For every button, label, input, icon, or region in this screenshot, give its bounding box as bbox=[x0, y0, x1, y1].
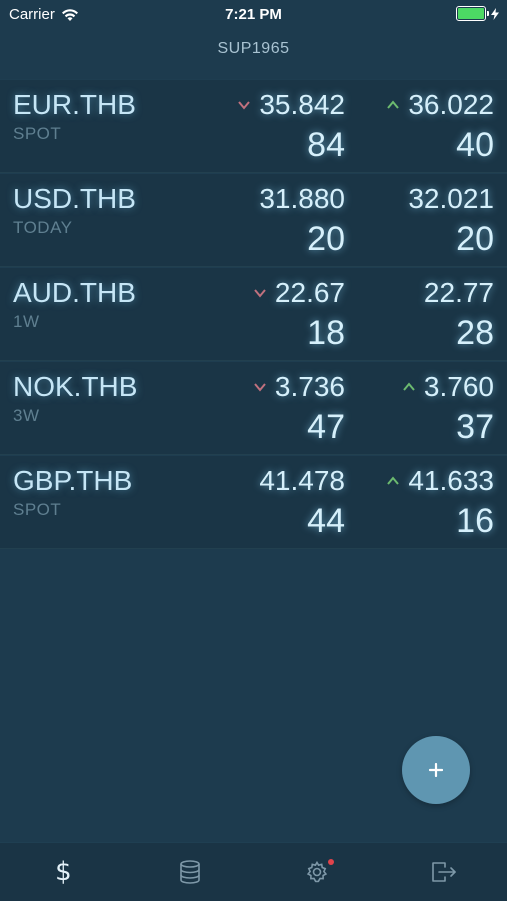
bid-big-figure: 22.67 bbox=[274, 277, 345, 308]
dollar-icon: $ bbox=[55, 857, 72, 887]
bid-pips: 84 bbox=[307, 126, 345, 164]
ask-pips: 28 bbox=[456, 314, 494, 352]
bid-pips: 18 bbox=[307, 314, 345, 352]
ask-big-figure: 36.022 bbox=[408, 89, 494, 120]
database-icon bbox=[180, 860, 200, 884]
tab-settings[interactable] bbox=[254, 843, 381, 901]
arrow-down-icon bbox=[254, 383, 266, 392]
bid-pips: 47 bbox=[307, 408, 345, 446]
ask-pips: 20 bbox=[456, 220, 494, 258]
gear-icon bbox=[306, 860, 328, 883]
bid-big-figure: 41.478 bbox=[259, 465, 345, 496]
status-time: 7:21 PM bbox=[225, 6, 282, 23]
logout-icon bbox=[431, 862, 456, 882]
ask-pips: 16 bbox=[456, 502, 494, 540]
battery-tip bbox=[487, 11, 489, 16]
bid-pips: 44 bbox=[307, 502, 345, 540]
currency-pair: AUD.THB bbox=[13, 277, 136, 308]
rate-row-gbp-thb[interactable]: GBP.THB SPOT 41.478 44 41.633 16 bbox=[0, 455, 507, 549]
tenor-label: 3W bbox=[13, 406, 40, 425]
tenor-label: 1W bbox=[13, 312, 40, 331]
bid-big-figure: 35.842 bbox=[259, 89, 345, 120]
bid-big-figure: 3.736 bbox=[274, 371, 345, 402]
page-title: SUP1965 bbox=[217, 40, 290, 57]
arrow-down-icon bbox=[238, 101, 251, 110]
currency-pair: EUR.THB bbox=[13, 89, 136, 120]
currency-pair: USD.THB bbox=[13, 183, 136, 214]
status-right bbox=[456, 6, 499, 21]
ask-big-figure: 41.633 bbox=[408, 465, 494, 496]
ask-big-figure: 32.021 bbox=[408, 183, 494, 214]
notification-dot bbox=[327, 859, 334, 865]
status-bar: Carrier 7:21 PM bbox=[0, 0, 507, 30]
tab-rates[interactable]: $ bbox=[0, 843, 127, 901]
rate-row-eur-thb[interactable]: EUR.THB SPOT 35.842 84 36.022 40 bbox=[0, 79, 507, 173]
arrow-up-icon bbox=[387, 100, 400, 109]
rate-row-usd-thb[interactable]: USD.THB TODAY 31.880 20 32.021 20 bbox=[0, 173, 507, 267]
rate-row-aud-thb[interactable]: AUD.THB 1W 22.67 18 22.77 28 bbox=[0, 267, 507, 361]
ask-pips: 37 bbox=[456, 408, 494, 446]
ask-big-figure: 3.760 bbox=[423, 371, 494, 402]
arrow-up-icon bbox=[403, 382, 415, 391]
plus-icon bbox=[429, 763, 443, 777]
tenor-label: SPOT bbox=[13, 124, 62, 143]
currency-pair: NOK.THB bbox=[13, 371, 138, 402]
tenor-label: SPOT bbox=[13, 500, 62, 519]
bid-pips: 20 bbox=[307, 220, 345, 258]
ask-big-figure: 22.77 bbox=[423, 277, 494, 308]
tab-database[interactable] bbox=[127, 843, 254, 901]
rate-list: EUR.THB SPOT 35.842 84 36.022 40 USD.THB… bbox=[0, 79, 507, 549]
ask-pips: 40 bbox=[456, 126, 494, 164]
charging-bolt-icon bbox=[491, 7, 499, 20]
tab-logout[interactable] bbox=[380, 843, 507, 901]
battery-icon bbox=[456, 6, 486, 21]
rate-row-nok-thb[interactable]: NOK.THB 3W 3.736 47 3.760 37 bbox=[0, 361, 507, 455]
tab-bar: $ bbox=[0, 842, 507, 901]
arrow-down-icon bbox=[254, 289, 266, 298]
add-pair-button[interactable] bbox=[402, 736, 470, 804]
currency-pair: GBP.THB bbox=[13, 465, 133, 496]
bid-big-figure: 31.880 bbox=[259, 183, 345, 214]
arrow-up-icon bbox=[387, 476, 400, 485]
tenor-label: TODAY bbox=[13, 218, 73, 237]
